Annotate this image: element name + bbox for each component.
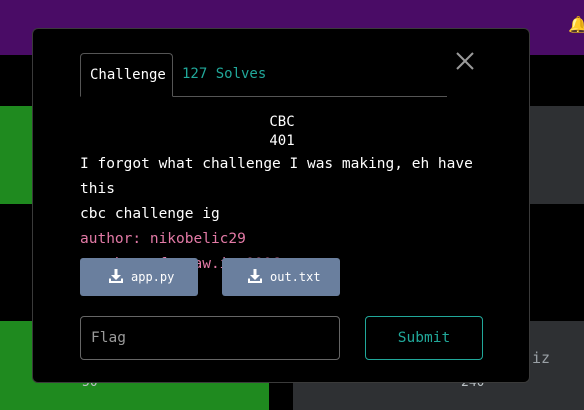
challenge-modal: Challenge 127 Solves CBC 401 I forgot wh…	[32, 28, 530, 383]
download-file-button[interactable]: out.txt	[222, 258, 340, 296]
description-line: cbc challenge ig	[80, 206, 220, 222]
modal-tabs: Challenge 127 Solves	[80, 53, 447, 97]
page: 🔔 50 iz 240 Challenge 127 Solves CBC 401…	[0, 0, 584, 410]
tab-challenge[interactable]: Challenge	[80, 53, 173, 97]
download-icon	[109, 269, 123, 283]
description-line: I forgot what challenge I was making, eh…	[80, 156, 473, 197]
close-icon	[456, 52, 474, 70]
submit-button[interactable]: Submit	[365, 316, 483, 360]
challenge-author: author: nikobelic29	[80, 231, 246, 247]
download-icon	[248, 269, 262, 283]
close-button[interactable]	[453, 49, 477, 73]
flag-input[interactable]	[80, 316, 340, 360]
download-file-label: app.py	[131, 270, 175, 284]
challenge-name: CBC	[269, 114, 295, 130]
download-file-button[interactable]: app.py	[80, 258, 198, 296]
download-file-label: out.txt	[270, 270, 321, 284]
challenge-points: 401	[269, 133, 295, 149]
tab-solves[interactable]: 127 Solves	[173, 53, 275, 97]
